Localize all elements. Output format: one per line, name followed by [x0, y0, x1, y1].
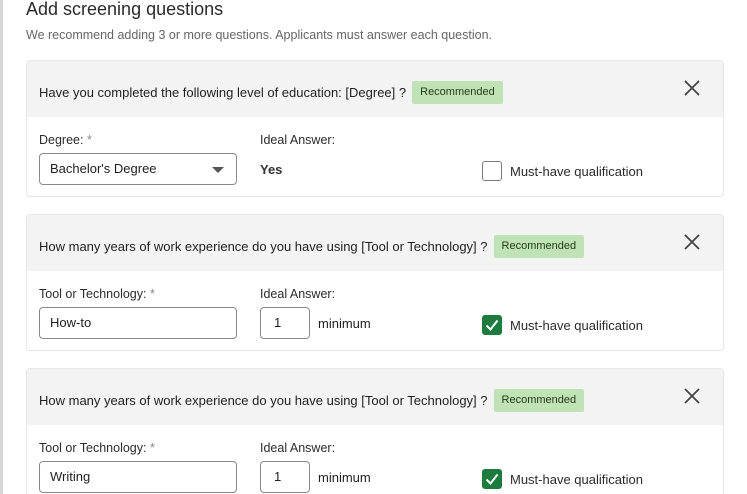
question-text: How many years of work experience do you… [39, 392, 488, 408]
left-divider [0, 0, 3, 494]
ideal-answer-label: Ideal Answer: [260, 133, 336, 147]
tool-input[interactable]: Writing [39, 461, 237, 493]
minimum-label: minimum [318, 316, 371, 331]
question-card-experience: How many years of work experience do you… [26, 368, 724, 494]
question-text-wrapper: Have you completed the following level o… [39, 81, 503, 105]
page-subtitle: We recommend adding 3 or more questions.… [26, 28, 492, 42]
question-text: Have you completed the following level o… [39, 84, 407, 100]
tool-label: Tool or Technology: * [39, 287, 155, 301]
question-header: How many years of work experience do you… [27, 215, 723, 271]
tool-input[interactable]: How-to [39, 307, 237, 339]
caret-down-icon [212, 167, 224, 173]
close-icon[interactable] [683, 387, 701, 405]
question-card-experience: How many years of work experience do you… [26, 214, 724, 351]
degree-label: Degree: * [39, 133, 92, 147]
question-text-wrapper: How many years of work experience do you… [39, 389, 585, 413]
close-icon[interactable] [683, 79, 701, 97]
question-header: Have you completed the following level o… [27, 61, 723, 117]
close-icon[interactable] [683, 233, 701, 251]
checkmark-icon [485, 319, 499, 332]
must-have-checkbox[interactable] [482, 161, 502, 181]
must-have-checkbox[interactable] [482, 315, 502, 335]
ideal-answer-label: Ideal Answer: [260, 441, 336, 455]
tool-label: Tool or Technology: * [39, 441, 155, 455]
must-have-label: Must-have qualification [510, 164, 643, 179]
minimum-label: minimum [318, 470, 371, 485]
years-input[interactable]: 1 [260, 461, 310, 493]
question-card-education: Have you completed the following level o… [26, 60, 724, 197]
recommended-badge: Recommended [493, 389, 585, 412]
ideal-answer-value: Yes [260, 162, 283, 177]
checkmark-icon [485, 473, 499, 486]
recommended-badge: Recommended [412, 81, 503, 104]
must-have-label: Must-have qualification [510, 472, 643, 487]
ideal-answer-label: Ideal Answer: [260, 287, 336, 301]
degree-select[interactable]: Bachelor's Degree [39, 153, 237, 185]
recommended-badge: Recommended [493, 235, 585, 258]
question-text-wrapper: How many years of work experience do you… [39, 235, 585, 259]
question-header: How many years of work experience do you… [27, 369, 723, 425]
must-have-checkbox[interactable] [482, 469, 502, 489]
degree-select-value: Bachelor's Degree [50, 161, 157, 176]
must-have-label: Must-have qualification [510, 318, 643, 333]
years-input[interactable]: 1 [260, 307, 310, 339]
question-text: How many years of work experience do you… [39, 238, 488, 254]
page-title: Add screening questions [26, 0, 224, 19]
